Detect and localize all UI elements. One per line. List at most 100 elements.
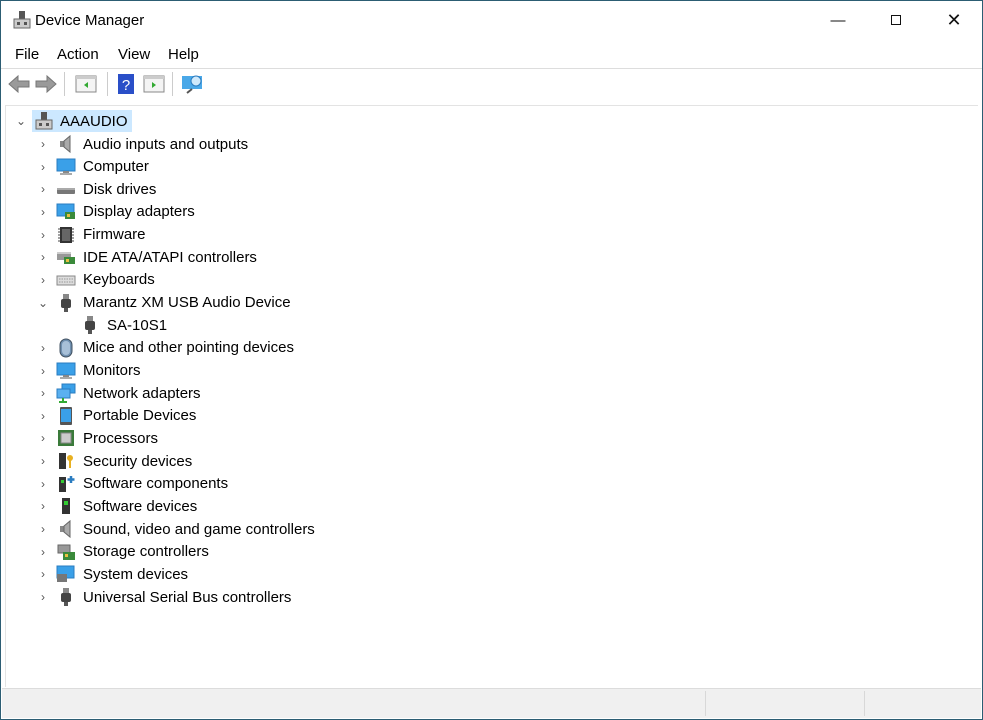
status-bar	[2, 688, 981, 718]
device-tree[interactable]: ⌄ AAAUDIO › Audio inputs and outputs › Comput…	[5, 105, 978, 687]
status-pane-divider	[864, 691, 865, 716]
expand-chevron-icon[interactable]: ›	[36, 477, 50, 491]
tree-item[interactable]: Marantz XM USB Audio Device	[56, 292, 291, 314]
tree-item[interactable]: Software devices	[56, 495, 197, 517]
tree-item[interactable]: Monitors	[56, 360, 141, 382]
collapse-chevron-icon[interactable]: ⌄	[14, 114, 28, 128]
tree-item-label: SA-10S1	[107, 317, 167, 334]
scan-hardware-icon[interactable]	[181, 73, 205, 95]
close-button[interactable]: ✕	[925, 1, 983, 39]
usb-icon	[56, 293, 76, 313]
tree-item[interactable]: Audio inputs and outputs	[56, 133, 248, 155]
menu-bar: File Action View Help	[1, 43, 982, 67]
tree-item-label: Mice and other pointing devices	[83, 339, 294, 356]
monitor-icon	[56, 157, 76, 177]
tree-item-label: Security devices	[83, 453, 192, 470]
chip-icon	[56, 225, 76, 245]
tree-item-label: IDE ATA/ATAPI controllers	[83, 249, 257, 266]
toolbar: ?	[1, 68, 982, 99]
tree-item[interactable]: Display adapters	[56, 201, 195, 223]
toolbar-separator	[172, 72, 173, 96]
tree-item[interactable]: IDE ATA/ATAPI controllers	[56, 246, 257, 268]
tree-item-label: Storage controllers	[83, 543, 209, 560]
tree-item[interactable]: Disk drives	[56, 178, 156, 200]
tree-item[interactable]: Mice and other pointing devices	[56, 337, 294, 359]
expand-chevron-icon[interactable]: ›	[36, 409, 50, 423]
expand-chevron-icon[interactable]: ›	[36, 273, 50, 287]
toolbar-separator	[107, 72, 108, 96]
tree-item[interactable]: Storage controllers	[56, 541, 209, 563]
help-icon[interactable]: ?	[114, 73, 138, 95]
menu-help[interactable]: Help	[168, 46, 199, 63]
device-manager-window: Device Manager — ✕ File Action View Help…	[0, 0, 983, 720]
keyboard-icon	[56, 270, 76, 290]
tree-item[interactable]: Keyboards	[56, 269, 155, 291]
tree-item-label: Computer	[83, 158, 149, 175]
expand-chevron-icon[interactable]: ›	[36, 137, 50, 151]
show-hide-console-tree-icon[interactable]	[74, 73, 98, 95]
menu-file[interactable]: File	[15, 46, 39, 63]
expand-chevron-icon[interactable]: ›	[36, 182, 50, 196]
usb-icon	[56, 587, 76, 607]
collapse-chevron-icon[interactable]: ⌄	[36, 296, 50, 310]
tree-item[interactable]: Universal Serial Bus controllers	[56, 586, 291, 608]
tree-item[interactable]: Sound, video and game controllers	[56, 518, 315, 540]
tree-item-label: Audio inputs and outputs	[83, 136, 248, 153]
expand-chevron-icon[interactable]: ›	[36, 250, 50, 264]
expand-chevron-icon[interactable]: ›	[36, 205, 50, 219]
processor-icon	[56, 428, 76, 448]
usb-icon	[80, 315, 100, 335]
tree-item[interactable]: Firmware	[56, 224, 146, 246]
menu-action[interactable]: Action	[57, 46, 99, 63]
menu-view[interactable]: View	[118, 46, 150, 63]
forward-arrow-icon[interactable]	[34, 73, 58, 95]
expand-chevron-icon[interactable]: ›	[36, 341, 50, 355]
tree-item-label: Universal Serial Bus controllers	[83, 589, 291, 606]
expand-chevron-icon[interactable]: ›	[36, 228, 50, 242]
tree-item[interactable]: Software components	[56, 473, 228, 495]
expand-chevron-icon[interactable]: ›	[36, 590, 50, 604]
status-pane-divider	[705, 691, 706, 716]
show-hide-action-pane-icon[interactable]	[142, 73, 166, 95]
display-adapter-icon	[56, 202, 76, 222]
title-bar: Device Manager — ✕	[1, 1, 982, 39]
expand-chevron-icon[interactable]: ›	[36, 160, 50, 174]
tree-child-item[interactable]: SA-10S1	[80, 314, 167, 336]
expand-chevron-icon[interactable]: ›	[36, 386, 50, 400]
tree-item-label: Software components	[83, 475, 228, 492]
tree-item-label: Processors	[83, 430, 158, 447]
tree-item[interactable]: Processors	[56, 427, 158, 449]
software-component-icon	[56, 474, 76, 494]
tree-item-label: Monitors	[83, 362, 141, 379]
tree-root[interactable]: AAAUDIO	[32, 110, 132, 132]
mouse-icon	[56, 338, 76, 358]
expand-chevron-icon[interactable]: ›	[36, 545, 50, 559]
expand-chevron-icon[interactable]: ›	[36, 567, 50, 581]
back-arrow-icon[interactable]	[7, 73, 31, 95]
expand-chevron-icon[interactable]: ›	[36, 364, 50, 378]
window-title: Device Manager	[35, 12, 144, 29]
expand-chevron-icon[interactable]: ›	[36, 454, 50, 468]
tree-item[interactable]: Network adapters	[56, 382, 201, 404]
tree-item[interactable]: Computer	[56, 156, 149, 178]
tree-item-label: Disk drives	[83, 181, 156, 198]
device-manager-icon	[13, 10, 31, 30]
tree-item[interactable]: System devices	[56, 563, 188, 585]
storage-icon	[56, 542, 76, 562]
computer-root-icon	[34, 111, 54, 131]
maximize-button[interactable]	[867, 1, 925, 39]
minimize-button[interactable]: —	[809, 1, 867, 39]
portable-icon	[56, 406, 76, 426]
minimize-icon: —	[831, 12, 846, 29]
tree-item-label: Network adapters	[83, 385, 201, 402]
monitor-icon	[56, 361, 76, 381]
tree-item[interactable]: Portable Devices	[56, 405, 196, 427]
ide-icon	[56, 247, 76, 267]
tree-item-label: Firmware	[83, 226, 146, 243]
expand-chevron-icon[interactable]: ›	[36, 499, 50, 513]
expand-chevron-icon[interactable]: ›	[36, 522, 50, 536]
software-device-icon	[56, 496, 76, 516]
tree-item[interactable]: Security devices	[56, 450, 192, 472]
network-icon	[56, 383, 76, 403]
expand-chevron-icon[interactable]: ›	[36, 431, 50, 445]
